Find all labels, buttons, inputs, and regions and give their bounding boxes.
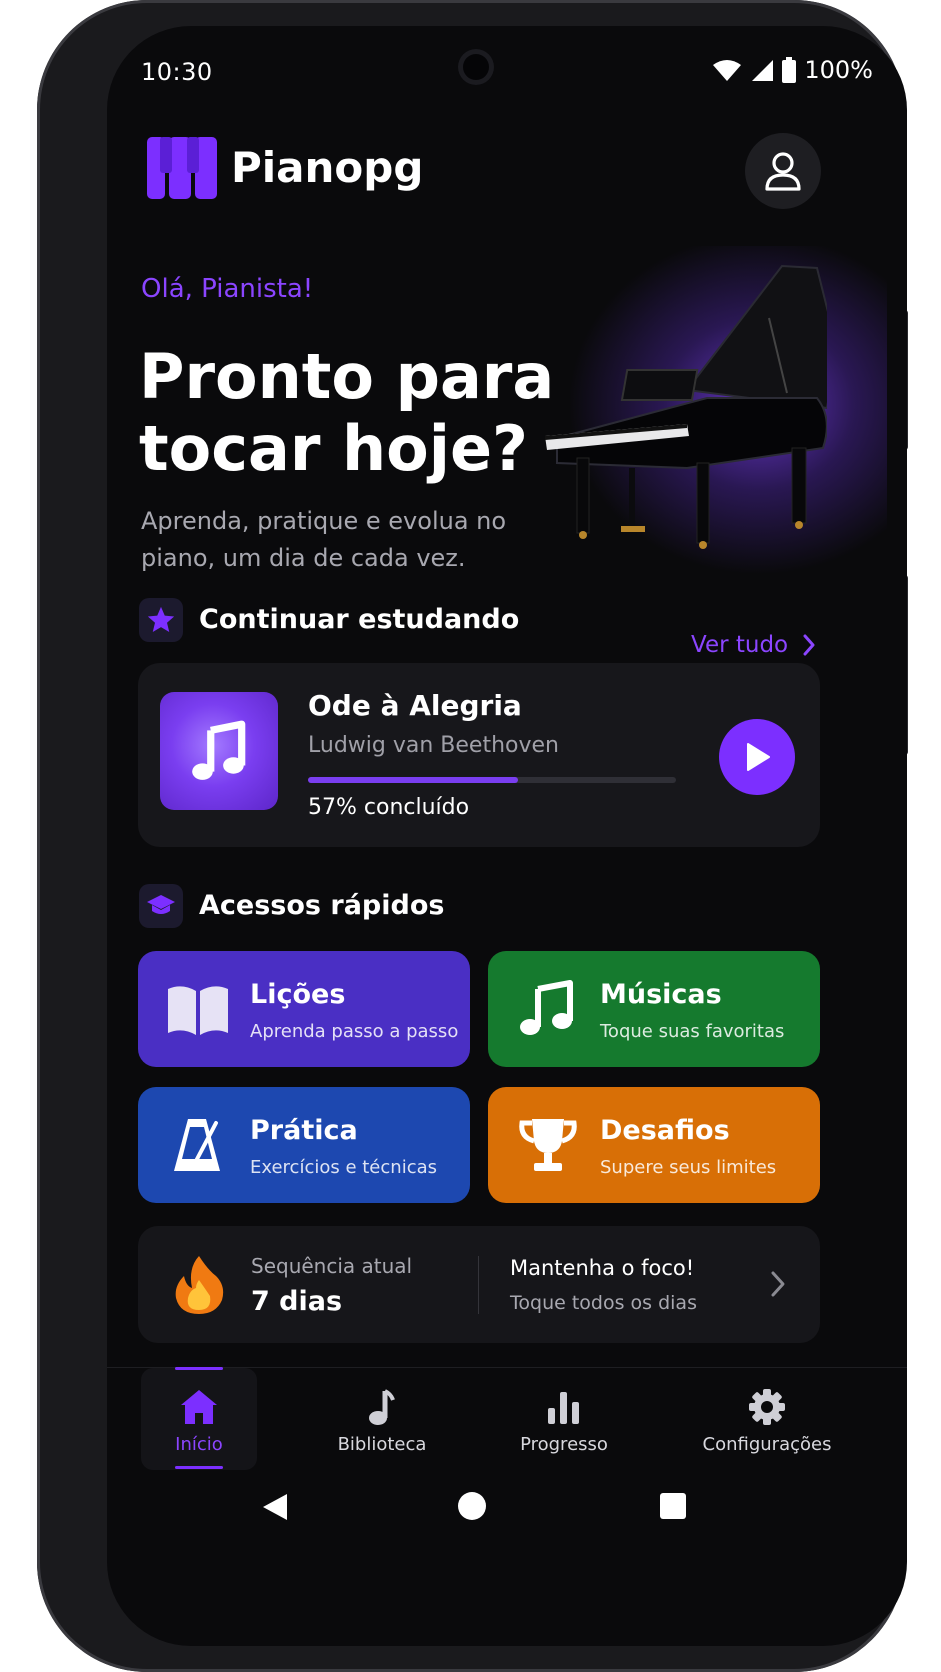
lessons-tile[interactable]: Lições Aprenda passo a passo [138,951,470,1067]
chevron-right-icon [803,634,815,656]
progress-track [308,777,676,783]
nav-item-library[interactable]: Biblioteca [327,1388,437,1455]
music-tile[interactable]: Músicas Toque suas favoritas [488,951,820,1067]
see-all-link[interactable]: Ver tudo [691,632,816,658]
status-icons: 100% [712,56,873,84]
nav-label: Biblioteca [337,1434,427,1455]
focus-title: Mantenha o foco! [510,1256,695,1280]
music-note-icon [369,1389,395,1425]
profile-button[interactable] [745,133,821,209]
status-time: 10:30 [141,58,213,86]
hero-subtitle: Aprenda, pratique e evolua no piano, um … [141,507,507,572]
grand-piano-illustration [545,264,827,549]
nav-item-home[interactable]: Início [151,1388,247,1455]
battery-level: 100% [804,56,873,84]
music-note-icon [192,720,246,780]
metronome-icon [174,1119,220,1171]
headline: Pronto para tocar hoje? [139,340,555,485]
fire-icon [175,1256,224,1314]
graduation-cap-icon [147,895,175,914]
play-button[interactable] [719,719,795,795]
nav-label: Início [175,1434,223,1455]
user-icon [765,152,801,191]
bar-chart-icon [548,1392,579,1424]
screen: 10:30 100% Pianopg Olá, Pianista! Pronto… [107,26,907,1646]
front-camera [458,49,494,85]
nav-item-settings[interactable]: Configurações [687,1388,847,1455]
nav-item-progress[interactable]: Progresso [509,1388,619,1455]
song-artist: Ludwig van Beethoven [308,733,559,758]
phone-frame: 10:30 100% Pianopg Olá, Pianista! Pronto… [37,0,908,1672]
play-icon [747,743,770,771]
home-circle-icon[interactable] [457,1491,487,1521]
nav-label: Progresso [520,1434,608,1455]
piano-logo-icon [147,137,217,199]
tile-title: Prática [250,1115,358,1146]
tile-title: Desafios [600,1115,730,1146]
progress-fill [308,777,518,783]
nav-active-top-indicator [175,1367,223,1370]
music-note-icon [520,980,573,1035]
streak-card[interactable]: Sequência atual 7 dias Mantenha o foco! … [138,1226,820,1343]
star-section-icon [139,598,183,642]
tile-subtitle: Toque suas favoritas [600,1021,785,1042]
tile-title: Lições [250,979,346,1010]
bottom-navigation: Início Biblioteca Progresso Configuraçõe… [107,1367,907,1479]
continue-section-title: Continuar estudando [199,604,520,635]
progress-label: 57% concluído [308,795,470,820]
focus-subtitle: Toque todos os dias [510,1292,697,1314]
book-icon [168,986,228,1035]
app-name: Pianopg [231,143,424,192]
wifi-icon [713,60,742,81]
status-bar: 10:30 100% [107,26,907,106]
home-icon [181,1390,217,1424]
nav-label: Configurações [702,1434,832,1455]
signal-icon [752,60,774,81]
practice-tile[interactable]: Prática Exercícios e técnicas [138,1087,470,1203]
tile-subtitle: Aprenda passo a passo [250,1021,459,1042]
tile-title: Músicas [600,979,722,1010]
nav-active-indicator [175,1466,223,1469]
challenges-tile[interactable]: Desafios Supere seus limites [488,1087,820,1203]
star-icon [147,606,175,632]
recents-icon[interactable] [659,1492,687,1520]
continue-card[interactable]: Ode à Alegria Ludwig van Beethoven 57% c… [138,663,820,847]
streak-value: 7 dias [251,1286,343,1317]
streak-divider [478,1256,479,1314]
system-navigation-bar [107,1482,907,1552]
tile-subtitle: Supere seus limites [600,1157,777,1178]
graduation-section-icon [139,884,183,928]
streak-label: Sequência atual [251,1254,413,1278]
quick-access-title: Acessos rápidos [199,890,445,921]
trophy-icon [519,1119,577,1171]
song-artwork [160,692,278,810]
back-icon[interactable] [261,1492,289,1522]
song-title: Ode à Alegria [308,689,522,722]
see-all-label: Ver tudo [691,632,789,658]
tile-subtitle: Exercícios e técnicas [250,1157,437,1178]
chevron-right-icon [771,1271,785,1297]
gear-icon [749,1389,785,1425]
battery-icon [782,57,797,83]
greeting: Olá, Pianista! [141,274,314,304]
